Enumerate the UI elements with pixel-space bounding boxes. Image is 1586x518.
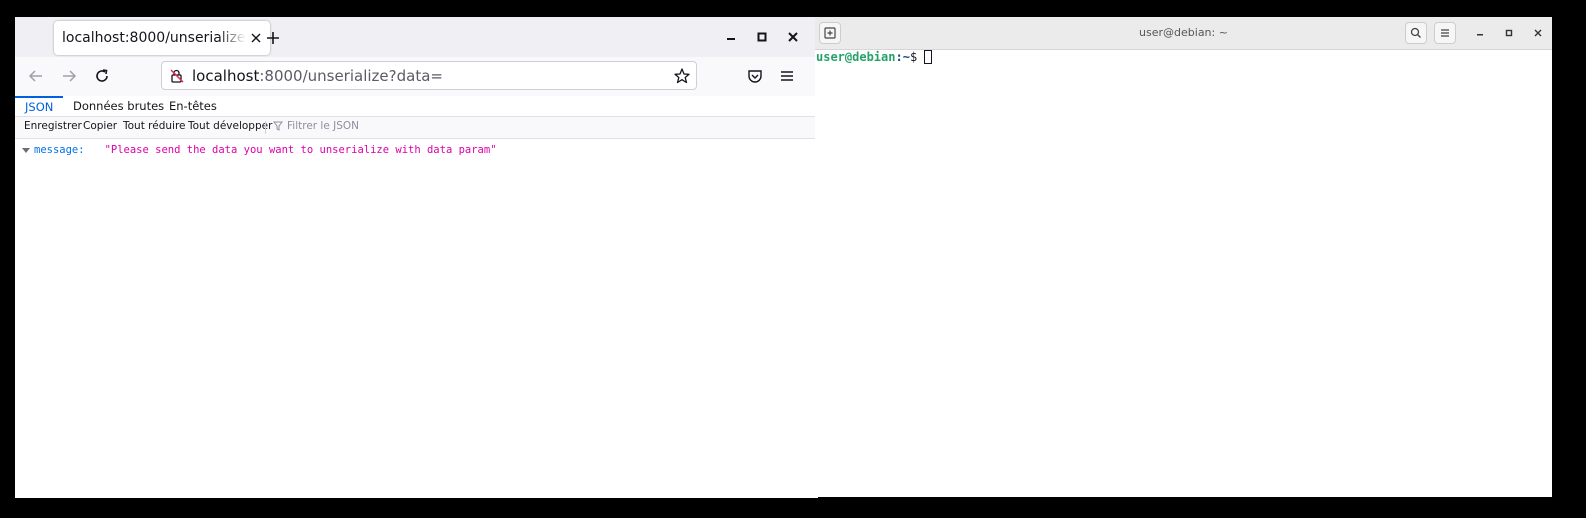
json-toolbar: Enregistrer Copier Tout réduire Tout dév… bbox=[15, 117, 818, 139]
url-host: localhost bbox=[192, 67, 260, 85]
insecure-lock-icon[interactable] bbox=[169, 68, 185, 84]
hamburger-menu-button[interactable] bbox=[1434, 22, 1456, 44]
url-text: localhost:8000/unserialize?data= bbox=[192, 67, 443, 85]
prompt-symbol: $ bbox=[909, 50, 918, 64]
json-row[interactable]: message: "Please send the data you want … bbox=[21, 144, 497, 156]
search-icon bbox=[1410, 27, 1421, 38]
new-tab-icon[interactable] bbox=[263, 28, 283, 48]
expand-triangle-icon[interactable] bbox=[21, 145, 31, 155]
terminal-prompt-line[interactable]: user@debian:~ $ bbox=[816, 50, 933, 64]
terminal-header-bar: user@debian: ~ bbox=[815, 17, 1552, 50]
browser-tab[interactable]: localhost:8000/unserialize?data= bbox=[54, 21, 270, 55]
toolbar-divider bbox=[265, 121, 266, 134]
copy-button[interactable]: Copier bbox=[83, 120, 117, 132]
minimize-icon[interactable] bbox=[724, 30, 738, 44]
url-bar[interactable]: localhost:8000/unserialize?data= bbox=[161, 61, 697, 90]
json-viewer-tabs: JSON Données brutes En-têtes bbox=[15, 96, 818, 117]
close-window-icon[interactable] bbox=[1533, 28, 1543, 38]
tab-headers[interactable]: En-têtes bbox=[169, 96, 217, 116]
tab-bar: localhost:8000/unserialize?data= bbox=[15, 17, 818, 57]
back-arrow-icon[interactable] bbox=[27, 67, 45, 85]
expand-all-button[interactable]: Tout développer bbox=[188, 120, 272, 132]
bookmark-star-icon[interactable] bbox=[673, 67, 691, 85]
url-path: :8000/unserialize?data= bbox=[259, 67, 443, 85]
json-key: message: bbox=[34, 144, 85, 156]
collapse-all-button[interactable]: Tout réduire bbox=[123, 120, 186, 132]
forward-arrow-icon[interactable] bbox=[60, 67, 78, 85]
menu-icon bbox=[1441, 29, 1449, 37]
maximize-icon[interactable] bbox=[755, 30, 769, 44]
close-window-icon[interactable] bbox=[786, 30, 800, 44]
filter-placeholder: Filtrer le JSON bbox=[287, 120, 360, 132]
maximize-icon[interactable] bbox=[1504, 28, 1514, 38]
save-button[interactable]: Enregistrer bbox=[24, 120, 82, 132]
terminal-cursor bbox=[924, 50, 933, 64]
search-button[interactable] bbox=[1405, 22, 1427, 44]
menu-icon[interactable] bbox=[778, 67, 796, 85]
pocket-icon[interactable] bbox=[746, 67, 764, 85]
prompt-user-host: user@debian bbox=[816, 50, 896, 64]
terminal-window: user@debian: ~ user@debian:~ $ bbox=[815, 17, 1552, 497]
prompt-path: :~ bbox=[895, 50, 910, 64]
browser-window: localhost:8000/unserialize?data= bbox=[15, 17, 818, 498]
tab-title: localhost:8000/unserialize?data= bbox=[62, 30, 246, 46]
filter-funnel-icon bbox=[273, 121, 283, 131]
filter-json-input[interactable]: Filtrer le JSON bbox=[273, 120, 359, 132]
tab-raw-data[interactable]: Données brutes bbox=[73, 96, 164, 116]
navigation-bar: localhost:8000/unserialize?data= bbox=[15, 57, 818, 97]
minimize-icon[interactable] bbox=[1475, 28, 1485, 38]
reload-icon[interactable] bbox=[93, 67, 111, 85]
tab-json[interactable]: JSON bbox=[15, 96, 64, 116]
close-tab-icon[interactable] bbox=[248, 30, 264, 46]
json-value: "Please send the data you want to unseri… bbox=[104, 144, 497, 156]
